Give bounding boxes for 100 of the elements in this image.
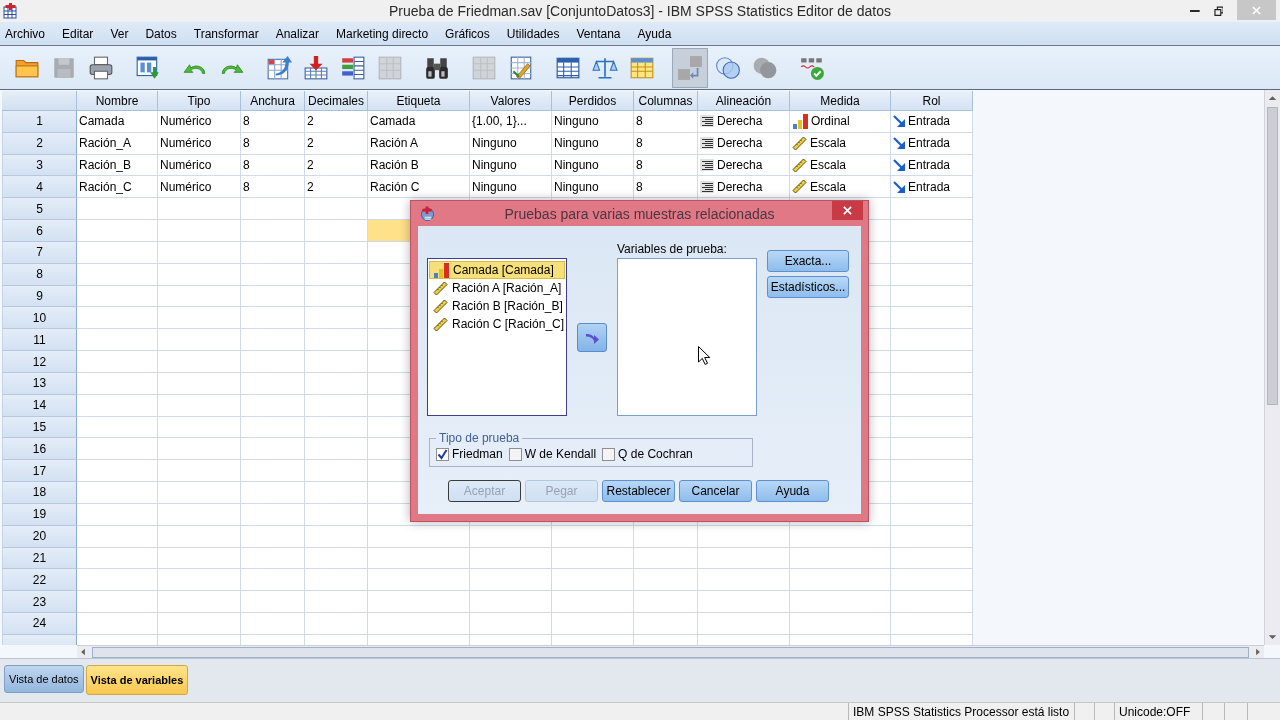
ruler-icon <box>792 179 807 195</box>
table-down-arrow-icon[interactable] <box>303 54 329 81</box>
window-arrow-icon[interactable] <box>135 54 161 81</box>
scroll-thumb[interactable] <box>1267 107 1278 405</box>
checkbox[interactable] <box>602 447 616 461</box>
app-icon <box>420 206 435 221</box>
menu-item[interactable]: Utilidades <box>506 26 560 41</box>
bar-chart-icon <box>433 262 449 278</box>
menu-item[interactable]: Ayuda <box>637 26 672 41</box>
row-header[interactable]: 13 <box>2 372 77 395</box>
column-header[interactable]: Alineación <box>698 91 790 111</box>
column-header[interactable]: Rol <box>891 91 973 111</box>
checkbox-label[interactable]: W de Kendall <box>524 447 597 461</box>
cell-text: Escala <box>810 179 847 194</box>
cell-text: Entrada <box>908 158 951 173</box>
menu-item[interactable]: Transformar <box>193 26 259 41</box>
list-box[interactable]: Camada [Camada] Ración A [Ración_A] Ración B [Ración_B] Ración C [Ración_C] <box>427 258 567 416</box>
table-pencil-icon[interactable] <box>508 54 534 81</box>
list-item[interactable]: Ración C [Ración_C] <box>429 315 565 333</box>
row-header[interactable]: 12 <box>2 351 77 373</box>
printer-icon[interactable] <box>88 54 114 81</box>
row-header[interactable]: 22 <box>2 569 77 592</box>
row-header[interactable]: 14 <box>2 394 77 417</box>
minimize-icon[interactable] <box>1190 9 1200 13</box>
row-header[interactable]: 3 <box>2 154 77 177</box>
close-button[interactable] <box>832 201 863 220</box>
column-header[interactable]: Columnas <box>634 91 698 111</box>
menu-item[interactable]: Ver <box>110 26 129 41</box>
dialog-button[interactable]: Exacta... <box>767 250 849 272</box>
dialog-button[interactable]: Cancelar <box>679 480 752 502</box>
row-header[interactable]: 20 <box>2 525 77 548</box>
vertical-scrollbar[interactable] <box>1264 90 1280 645</box>
row-header[interactable]: 8 <box>2 263 77 286</box>
ruler-icon <box>433 280 448 296</box>
row-header[interactable]: 4 <box>2 176 77 199</box>
dialog-button[interactable]: Restablecer <box>602 480 675 502</box>
list-label: Variables de prueba: <box>617 243 728 258</box>
close-icon <box>1252 5 1262 15</box>
menu-item[interactable]: Archivo <box>5 26 45 41</box>
list-item[interactable]: Ración B [Ración_B] <box>429 297 565 315</box>
column-header[interactable]: Perdidos <box>552 91 634 111</box>
ruler-icon <box>433 316 448 332</box>
status-text: Unicode:OFF <box>1114 703 1202 720</box>
column-header[interactable]: Tipo <box>158 91 241 111</box>
list-item[interactable]: Camada [Camada] <box>429 261 565 279</box>
cell-text: Derecha <box>717 136 763 151</box>
cell-text: Entrada <box>908 179 951 194</box>
row-header[interactable]: 19 <box>2 503 77 526</box>
move-button[interactable] <box>577 323 607 352</box>
row-header[interactable]: 10 <box>2 307 77 330</box>
list-box[interactable] <box>617 258 757 416</box>
checkbox-label[interactable]: Friedman <box>452 447 503 461</box>
row-header[interactable]: 11 <box>2 329 77 352</box>
row-header[interactable]: 2 <box>2 132 77 155</box>
view-tab[interactable]: Vista de datos <box>4 665 84 693</box>
row-header[interactable]: 9 <box>2 285 77 308</box>
restore-icon[interactable] <box>1213 6 1224 16</box>
column-header[interactable]: Medida <box>790 91 891 111</box>
menu-item[interactable]: Marketing directo <box>336 26 429 41</box>
cell-text: Entrada <box>908 114 951 129</box>
column-header[interactable]: Decimales <box>305 91 368 111</box>
column-header[interactable]: Etiqueta <box>368 91 470 111</box>
checkbox[interactable] <box>436 447 449 461</box>
column-header[interactable]: Valores <box>470 91 552 111</box>
menu-item[interactable]: Gráficos <box>445 26 490 41</box>
align-right-icon <box>700 137 714 150</box>
row-header[interactable]: 23 <box>2 591 77 614</box>
mouse-pointer-icon <box>698 346 710 365</box>
row-header[interactable]: 5 <box>2 198 77 221</box>
table-arrow-icon[interactable] <box>266 54 292 81</box>
row-header[interactable]: 7 <box>2 241 77 264</box>
align-right-icon <box>700 115 714 128</box>
row-header[interactable]: 18 <box>2 482 77 504</box>
app-icon <box>3 3 19 19</box>
ruler-icon <box>792 135 807 151</box>
list-item[interactable]: Ración A [Ración_A] <box>429 279 565 297</box>
row-header[interactable]: 6 <box>2 220 77 242</box>
cell-text: Derecha <box>717 179 763 194</box>
menu-item[interactable]: Analizar <box>275 26 319 41</box>
checkbox-label[interactable]: Q de Cochran <box>618 447 693 461</box>
table-rows-icon[interactable] <box>340 54 366 81</box>
row-header[interactable]: 1 <box>2 111 77 133</box>
row-header[interactable]: 15 <box>2 416 77 439</box>
column-header[interactable]: Anchura <box>241 91 305 111</box>
ruler-icon <box>433 298 448 314</box>
dialog-button[interactable]: Estadísticos... <box>767 276 849 298</box>
row-header[interactable]: 24 <box>2 613 77 635</box>
checkbox[interactable] <box>508 447 522 461</box>
close-icon <box>843 206 852 215</box>
column-header[interactable]: Nombre <box>77 91 158 111</box>
menu-item[interactable]: Editar <box>62 26 94 41</box>
dialog-button[interactable]: Ayuda <box>756 480 829 502</box>
view-tab[interactable]: Vista de variables <box>85 665 189 695</box>
status-text: IBM SPSS Statistics Processor está listo <box>848 703 1074 720</box>
row-header[interactable]: 17 <box>2 460 77 483</box>
circles-icon[interactable] <box>715 54 741 81</box>
row-header[interactable]: 16 <box>2 438 77 461</box>
menu-item[interactable]: Datos <box>145 26 177 41</box>
row-header[interactable]: 21 <box>2 547 77 570</box>
menu-item[interactable]: Ventana <box>576 26 621 41</box>
